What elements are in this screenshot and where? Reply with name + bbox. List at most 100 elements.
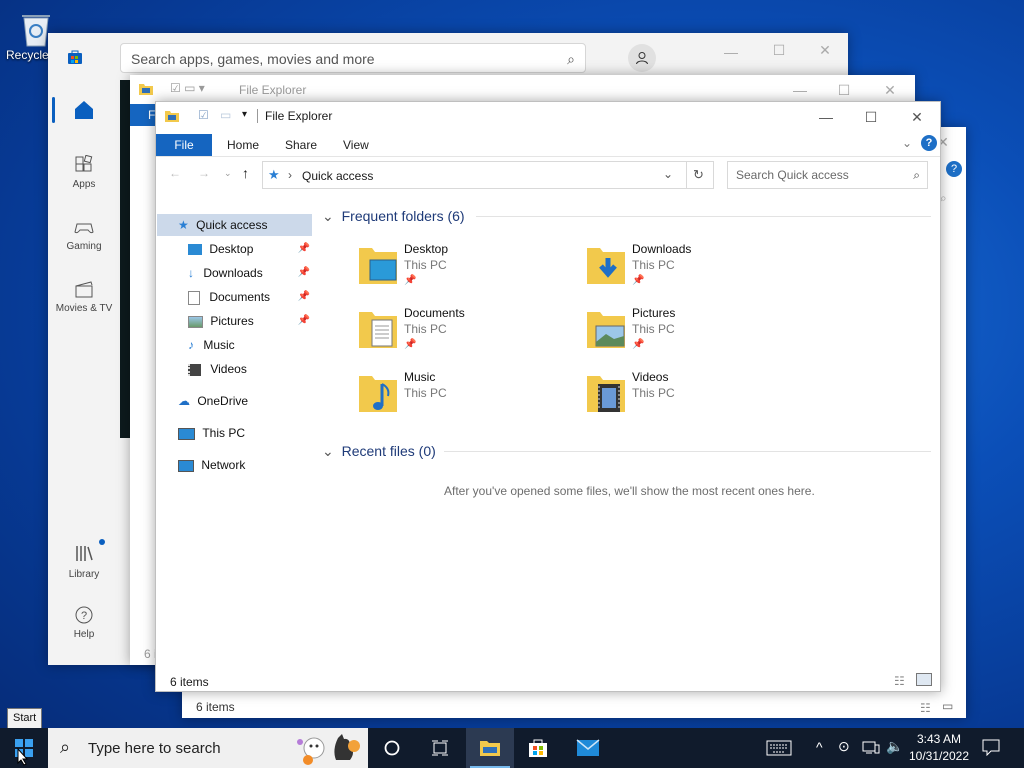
folder-tile-music[interactable]: Music This PC xyxy=(358,370,578,426)
pin-icon[interactable]: 📌 xyxy=(298,238,310,260)
store-minimize-button[interactable]: — xyxy=(708,37,754,67)
breadcrumb-chevron: › xyxy=(288,168,292,182)
folder-tile-videos[interactable]: Videos This PC xyxy=(586,370,806,426)
properties-icon[interactable]: ☑ xyxy=(198,108,209,122)
nav-label: Videos xyxy=(210,362,247,376)
folder-name: Documents xyxy=(404,306,465,320)
keyboard-icon[interactable] xyxy=(766,739,792,757)
pin-icon: 📌 xyxy=(404,275,417,286)
nav-pictures[interactable]: Pictures 📌 xyxy=(188,310,310,332)
search-button[interactable]: ⌕ xyxy=(940,191,947,206)
pin-icon[interactable]: 📌 xyxy=(298,262,310,284)
help-icon[interactable]: ? xyxy=(921,135,937,151)
nav-this-pc[interactable]: This PC xyxy=(178,422,245,444)
store-close-button[interactable]: ✕ xyxy=(802,35,848,65)
maximize-button[interactable]: ☐ xyxy=(848,102,894,132)
recent-locations-button[interactable]: ⌄ xyxy=(224,168,232,179)
store-nav-library[interactable]: Library xyxy=(48,539,120,580)
store-nav-help[interactable]: ? Help xyxy=(48,605,120,640)
back-button[interactable]: ← xyxy=(169,166,181,180)
tab-file[interactable]: File xyxy=(156,134,212,156)
folder-documents-icon xyxy=(358,306,398,350)
large-icons-view-icon[interactable]: ▭ xyxy=(942,699,953,713)
music-note-icon: ♪ xyxy=(188,338,194,352)
nav-network[interactable]: Network xyxy=(178,454,245,476)
store-nav-label: Gaming xyxy=(66,241,102,252)
taskbar-search-box[interactable]: ⌕ Type here to search xyxy=(48,728,368,768)
search-icon[interactable]: ⌕ xyxy=(567,44,575,74)
nav-videos[interactable]: Videos xyxy=(188,358,247,380)
taskbar-mail[interactable] xyxy=(564,728,612,768)
volume-icon[interactable]: 🔈 xyxy=(886,738,903,755)
nav-music[interactable]: ♪ Music xyxy=(188,334,235,356)
account-avatar-icon[interactable] xyxy=(628,44,656,72)
notification-center-icon[interactable] xyxy=(982,738,1000,756)
up-button[interactable]: ↑ xyxy=(242,165,249,181)
search-input[interactable]: Search Quick access ⌕ xyxy=(727,161,928,189)
folder-location: This PC xyxy=(632,258,675,272)
store-nav-label: Library xyxy=(68,569,100,580)
folder-tile-desktop[interactable]: Desktop This PC 📌 xyxy=(358,242,578,298)
folder-location: This PC xyxy=(404,258,447,272)
store-maximize-button[interactable]: ☐ xyxy=(756,35,802,65)
film-icon xyxy=(188,363,201,376)
close-button[interactable]: ✕ xyxy=(894,102,940,132)
meet-now-icon[interactable]: ⊙ xyxy=(838,738,850,755)
nav-documents[interactable]: Documents 📌 xyxy=(188,286,310,308)
tab-view[interactable]: View xyxy=(343,134,369,156)
recent-files-header[interactable]: ⌄ Recent files (0) xyxy=(322,443,436,460)
folder-name: Downloads xyxy=(632,242,692,256)
pin-icon[interactable]: 📌 xyxy=(298,310,310,332)
show-hidden-icons-button[interactable]: ^ xyxy=(816,739,823,755)
folder-name: Pictures xyxy=(632,306,676,320)
store-search-input[interactable]: Search apps, games, movies and more ⌕ xyxy=(120,43,586,73)
task-view-icon-button[interactable] xyxy=(416,728,464,768)
qat-icons: ☑ ▭ ▾ xyxy=(170,81,205,95)
nav-onedrive[interactable]: ☁ OneDrive xyxy=(178,390,248,412)
address-bar[interactable]: ★ › Quick access ⌄ ↻ xyxy=(262,161,714,189)
taskbar-file-explorer[interactable] xyxy=(466,728,514,768)
clock-time[interactable]: 3:43 AM xyxy=(914,732,964,746)
large-icons-view-icon[interactable] xyxy=(916,673,932,686)
refresh-icon[interactable]: ↻ xyxy=(693,167,704,183)
nav-downloads[interactable]: ↓ Downloads 📌 xyxy=(188,262,310,284)
folder-tile-documents[interactable]: Documents This PC 📌 xyxy=(358,306,578,362)
notification-dot xyxy=(99,539,105,545)
nav-quick-access[interactable]: ★ Quick access xyxy=(178,214,267,236)
frequent-folders-header[interactable]: ⌄ Frequent folders (6) xyxy=(322,208,465,225)
forward-button[interactable]: → xyxy=(198,166,210,180)
address-dropdown-icon[interactable]: ⌄ xyxy=(663,167,673,181)
nav-desktop[interactable]: Desktop 📌 xyxy=(188,238,310,260)
details-view-icon[interactable]: ☷ xyxy=(894,674,905,688)
minimize-button[interactable]: — xyxy=(803,102,849,132)
new-folder-icon[interactable]: ▭ xyxy=(220,108,231,122)
folder-tile-downloads[interactable]: Downloads This PC 📌 xyxy=(586,242,806,298)
store-nav-label: Help xyxy=(73,629,95,640)
folder-location: This PC xyxy=(404,386,447,400)
title-separator xyxy=(257,109,258,123)
folder-name: Desktop xyxy=(404,242,449,256)
help-icon[interactable]: ? xyxy=(946,161,962,177)
network-status-icon[interactable] xyxy=(862,739,880,755)
taskbar-store[interactable] xyxy=(514,728,562,768)
clock-date[interactable]: 10/31/2022 xyxy=(906,749,972,763)
home-icon[interactable] xyxy=(73,99,95,121)
section-rule xyxy=(476,216,931,217)
tab-home[interactable]: Home xyxy=(227,134,259,156)
store-nav-movies[interactable]: Movies & TV xyxy=(48,279,120,314)
store-nav-apps[interactable]: Apps xyxy=(48,155,120,190)
customize-qat-icon[interactable]: ▾ xyxy=(242,109,247,120)
ribbon-divider xyxy=(156,156,940,157)
store-content-dark-panel xyxy=(120,80,130,438)
expand-ribbon-icon[interactable]: ⌄ xyxy=(902,136,912,150)
nav-label: This PC xyxy=(202,426,246,440)
pin-icon[interactable]: 📌 xyxy=(298,286,310,308)
folder-tile-pictures[interactable]: Pictures This PC 📌 xyxy=(586,306,806,362)
store-nav-gaming[interactable]: Gaming xyxy=(48,217,120,252)
task-view-button[interactable] xyxy=(368,728,416,768)
folder-name: Videos xyxy=(632,370,669,384)
details-view-icon[interactable]: ☷ xyxy=(920,701,931,715)
tab-share[interactable]: Share xyxy=(285,134,317,156)
mouse-cursor-icon xyxy=(17,748,29,766)
file-explorer-icon xyxy=(480,741,500,756)
